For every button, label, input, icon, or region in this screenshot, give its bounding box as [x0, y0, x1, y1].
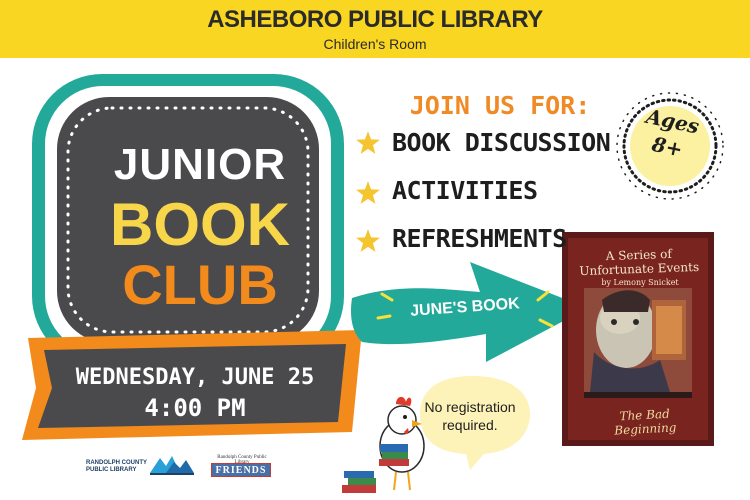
club-title-junior: JUNIOR [113, 140, 287, 189]
registration-line-1: No registration [424, 399, 516, 415]
activity-item: BOOK DISCUSSION [392, 128, 611, 157]
star-icon [356, 181, 380, 204]
club-title-club: CLUB [122, 253, 278, 316]
club-title-book: BOOK [110, 191, 290, 258]
join-heading: JOIN US FOR: [409, 91, 591, 120]
county-library-logo: RANDOLPH COUNTY PUBLIC LIBRARY [86, 460, 176, 474]
county-logo-line-1: RANDOLPH COUNTY [86, 460, 147, 466]
book-series-title: A Series of Unfortunate Events [573, 246, 706, 279]
event-day-date: WEDNESDAY, JUNE 25 [75, 365, 315, 390]
library-subtitle: Children's Room [323, 36, 427, 52]
book-stack [342, 471, 376, 493]
library-title: ASHEBORO PUBLIC LIBRARY [207, 6, 543, 33]
star-icon [356, 131, 380, 154]
registration-line-2: required. [442, 417, 498, 433]
activity-item: REFRESHMENTS [392, 224, 567, 253]
top-banner: ASHEBORO PUBLIC LIBRARY Children's Room [0, 0, 750, 58]
star-icon [356, 229, 380, 252]
activity-item: ACTIVITIES [392, 176, 538, 205]
book-author: by Lemony Snicket [601, 278, 679, 287]
book-subtitle: The Bad Beginning [613, 406, 677, 438]
friends-logo: FRIENDS [211, 463, 271, 477]
event-time: 4:00 PM [144, 394, 246, 422]
registration-note: No registration required. [418, 398, 522, 434]
county-logo-line-2: PUBLIC LIBRARY [86, 467, 137, 473]
